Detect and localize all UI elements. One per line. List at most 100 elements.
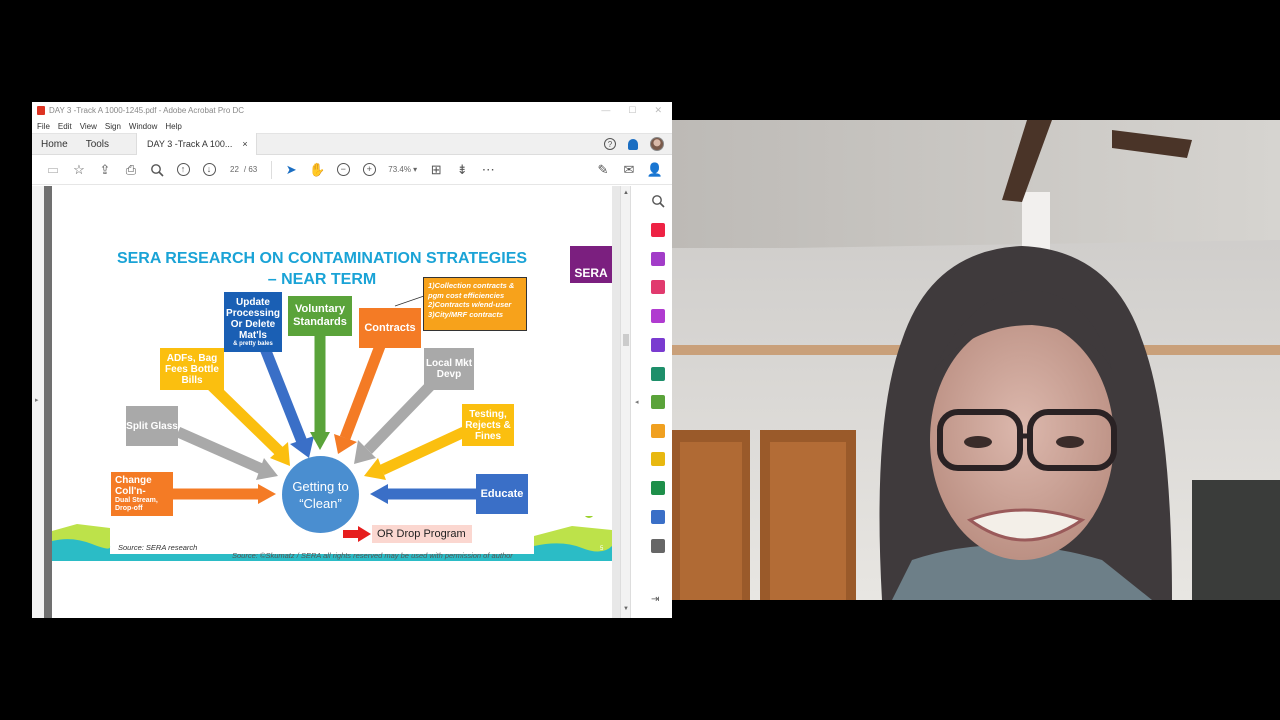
avatar[interactable] [650, 137, 664, 151]
share-user-icon[interactable]: 👤 [642, 159, 668, 181]
tab-tools[interactable]: Tools [77, 139, 118, 150]
close-window-icon[interactable]: ✕ [654, 105, 662, 116]
menu-view[interactable]: View [80, 122, 97, 131]
arrow-change [172, 484, 276, 504]
slide: SERA RESEARCH ON CONTAMINATION STRATEGIE… [52, 186, 612, 561]
webcam-video [672, 120, 1280, 600]
copyright-note: Source: ©Skumatz / SERA all rights reser… [232, 551, 513, 560]
organize-pages-icon[interactable] [651, 280, 665, 294]
box-contracts: Contracts [359, 308, 421, 348]
sticky-note-icon[interactable] [651, 452, 665, 466]
note-line-4: 3)City/MRF contracts [428, 309, 504, 319]
search-icon[interactable] [144, 159, 170, 181]
menu-window[interactable]: Window [129, 122, 157, 131]
zoom-out-icon[interactable]: − [330, 159, 356, 181]
zoom-level[interactable]: 73.4% ▾ [382, 165, 423, 174]
prev-page-icon[interactable]: ↑ [170, 159, 196, 181]
notification-bell-icon[interactable] [628, 138, 638, 150]
combine-files-icon[interactable] [651, 252, 665, 266]
toolbar-divider [271, 160, 273, 179]
select-cursor-icon[interactable]: ➤ [278, 159, 304, 181]
account-icons: ? [604, 137, 672, 151]
tools-pane: ◂ ⇥ [630, 186, 672, 618]
protect-icon[interactable] [651, 510, 665, 524]
hand-icon[interactable]: ✋ [304, 159, 330, 181]
edit-pdf-icon[interactable] [651, 309, 665, 323]
more-icon[interactable]: ⋯ [475, 159, 501, 181]
vertical-scrollbar[interactable]: ▲ ▼ [620, 186, 630, 618]
box-voluntary-standards: Voluntary Standards [288, 296, 352, 336]
close-tab-icon[interactable]: × [242, 139, 247, 149]
help-icon[interactable]: ? [604, 138, 616, 150]
fill-sign-icon[interactable] [651, 338, 665, 352]
box-adfs: ADFs, Bag Fees Bottle Bills [160, 348, 224, 390]
arrow-educate [370, 484, 476, 504]
zoom-in-icon[interactable]: + [356, 159, 382, 181]
tab-document[interactable]: DAY 3 -Track A 100... × [136, 133, 257, 155]
expand-left-panel-icon[interactable]: ▸ [35, 396, 39, 404]
drop-program-label: OR Drop Program [372, 525, 472, 543]
red-arrow-icon [343, 526, 371, 542]
zoom-value: 73.4% [388, 165, 411, 174]
source-note: Source: SERA research [118, 543, 198, 552]
toolbar-right: ✎ ✉ 👤 [590, 159, 672, 181]
left-panel-strip: ▸ [32, 186, 44, 618]
box-update-small: & pretty bales [233, 340, 273, 347]
create-pdf-icon[interactable] [651, 223, 665, 237]
page-current[interactable]: 22 [230, 165, 239, 174]
excel-icon[interactable] [651, 395, 665, 409]
star-icon[interactable]: ☆ [66, 159, 92, 181]
collapse-right-panel-icon[interactable]: ◂ [635, 398, 639, 406]
comment-icon[interactable] [651, 424, 665, 438]
scroll-down-icon[interactable]: ▼ [623, 606, 629, 612]
scroll-mode-icon[interactable]: ⇟ [449, 159, 475, 181]
scroll-up-icon[interactable]: ▲ [623, 190, 629, 196]
minimize-icon[interactable]: — [601, 105, 610, 116]
box-testing-rejects: Testing, Rejects & Fines [462, 404, 514, 446]
zoom-tool-icon[interactable] [651, 194, 665, 213]
menu-help[interactable]: Help [165, 122, 181, 131]
mail-icon[interactable]: ✉ [616, 159, 642, 181]
box-change-colln: Change Coll'n- Dual Stream, Drop-off [111, 472, 173, 516]
menu-edit[interactable]: Edit [58, 122, 72, 131]
scroll-thumb[interactable] [623, 334, 629, 346]
sign-icon[interactable]: ✎ [590, 159, 616, 181]
title-bar: DAY 3 -Track A 1000-1245.pdf - Adobe Acr… [32, 102, 672, 119]
note-line-3: 2)Contracts w/end-user [428, 300, 512, 309]
next-page-icon[interactable]: ↓ [196, 159, 222, 181]
box-educate: Educate [476, 474, 528, 514]
more-tools-icon[interactable] [651, 539, 665, 553]
export-pdf-icon[interactable] [651, 367, 665, 381]
save-icon[interactable]: ▭ [40, 159, 66, 181]
window-controls: — ☐ ✕ [601, 105, 672, 116]
expand-pane-icon[interactable]: ⇥ [651, 594, 659, 605]
upload-icon[interactable]: ⇪ [92, 159, 118, 181]
pdf-page: SERA RESEARCH ON CONTAMINATION STRATEGIE… [52, 186, 612, 618]
arrow-voluntary [310, 334, 330, 450]
box-update-processing: Update Processing Or Delete Mat'ls & pre… [224, 292, 282, 352]
note-line-2: pgm cost efficiencies [428, 290, 505, 300]
maximize-icon[interactable]: ☐ [628, 105, 636, 116]
pdf-icon [37, 106, 45, 115]
document-tab-label: DAY 3 -Track A 100... [147, 139, 233, 149]
page-total: / 63 [243, 165, 258, 174]
tab-home[interactable]: Home [32, 139, 77, 150]
menu-file[interactable]: File [37, 122, 50, 131]
screen: DAY 3 -Track A 1000-1245.pdf - Adobe Acr… [0, 0, 1280, 720]
page-indicator[interactable]: 22 / 63 [222, 165, 265, 174]
scan-icon[interactable] [651, 481, 665, 495]
box-update-label: Update Processing Or Delete Mat'ls [226, 296, 280, 341]
tab-bar: Home Tools DAY 3 -Track A 100... × ? [32, 133, 672, 155]
note-pointer [394, 295, 425, 307]
box-change-small: Dual Stream, Drop-off [115, 497, 158, 512]
box-change-label: Change Coll'n- [115, 475, 152, 497]
box-split-glass: Split Glass [126, 406, 178, 446]
print-icon[interactable]: ⎙ [118, 159, 144, 181]
menu-bar: File Edit View Sign Window Help [32, 119, 672, 133]
menu-sign[interactable]: Sign [105, 122, 121, 131]
slide-page-number: 5 [600, 546, 604, 552]
fit-page-icon[interactable]: ⊞ [423, 159, 449, 181]
window-title: DAY 3 -Track A 1000-1245.pdf - Adobe Acr… [49, 106, 245, 115]
document-area: ▸ SERA RESEARCH ON CONTAMINATION STRATEG… [32, 186, 672, 618]
page-edge [44, 186, 52, 618]
